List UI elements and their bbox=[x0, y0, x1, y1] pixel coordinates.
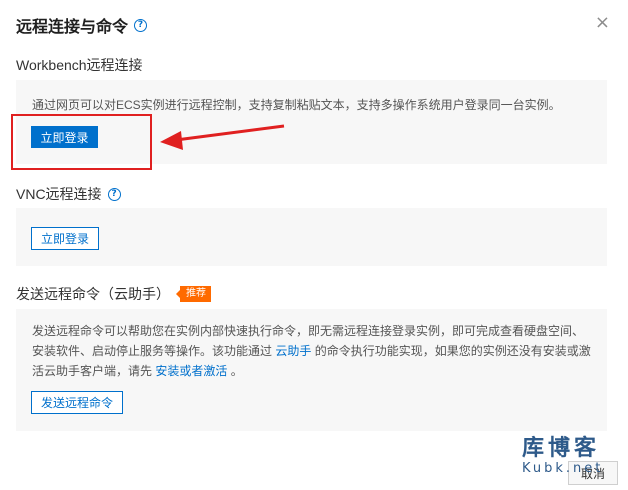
command-title-text: 发送远程命令（云助手） bbox=[16, 286, 170, 302]
watermark-line1: 库博客 bbox=[522, 436, 601, 461]
command-section-title: 发送远程命令（云助手） 推荐 bbox=[16, 284, 211, 304]
vnc-title-text: VNC远程连接 bbox=[16, 186, 102, 202]
watermark-logo: 库博客 Kubk.net bbox=[522, 437, 603, 477]
install-activate-link[interactable]: 安装或者激活 bbox=[155, 364, 227, 378]
recommend-badge: 推荐 bbox=[176, 286, 211, 302]
command-desc-part3: 。 bbox=[230, 364, 243, 378]
command-description: 发送远程命令可以帮助您在实例内部快速执行命令，即无需远程连接登录实例，即可完成查… bbox=[32, 321, 592, 381]
vnc-panel bbox=[16, 208, 607, 266]
cloud-assistant-link[interactable]: 云助手 bbox=[275, 344, 311, 358]
vnc-help-icon[interactable]: ? bbox=[107, 187, 121, 201]
vnc-section-title: VNC远程连接 ? bbox=[16, 184, 121, 204]
watermark-line2: Kubk.net bbox=[522, 461, 604, 476]
vnc-login-button[interactable]: 立即登录 bbox=[31, 227, 99, 250]
send-command-button[interactable]: 发送远程命令 bbox=[31, 391, 123, 414]
